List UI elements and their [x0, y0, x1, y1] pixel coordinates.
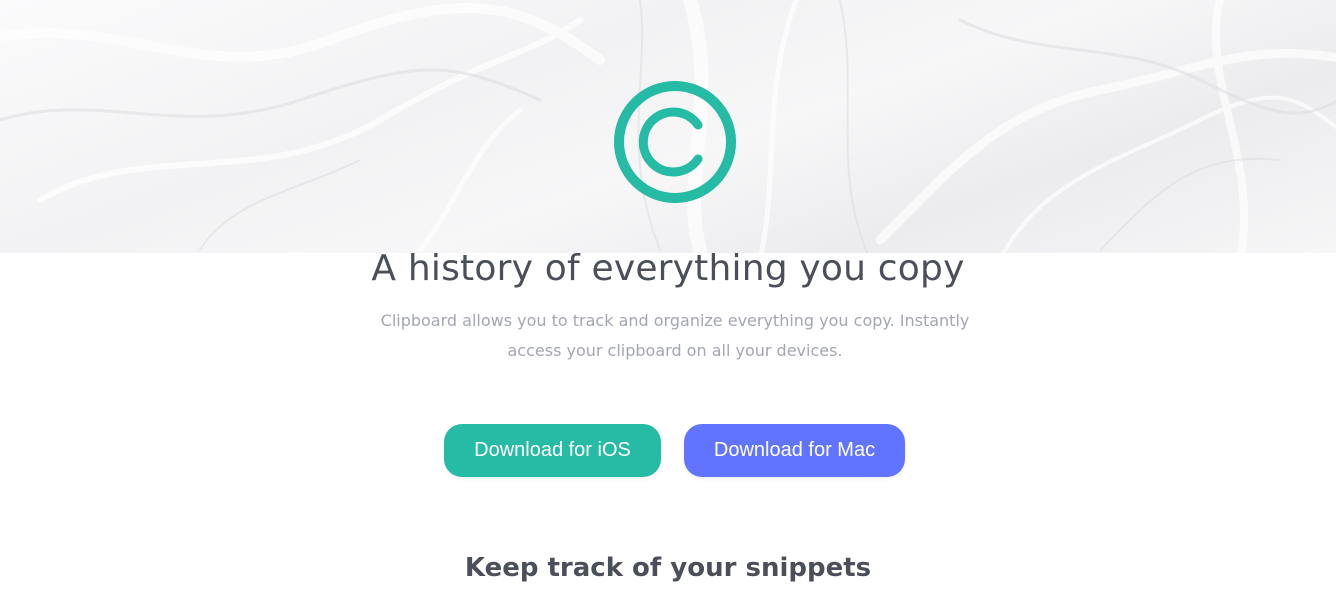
download-mac-button[interactable]: Download for Mac [684, 424, 905, 477]
hero-description: Clipboard allows you to track and organi… [380, 311, 970, 360]
copyright-logo-icon [612, 79, 738, 205]
snippets-section-title: Keep track of your snippets [464, 553, 872, 583]
download-ios-button[interactable]: Download for iOS [444, 424, 661, 477]
page-title: A history of everything you copy [371, 248, 965, 289]
